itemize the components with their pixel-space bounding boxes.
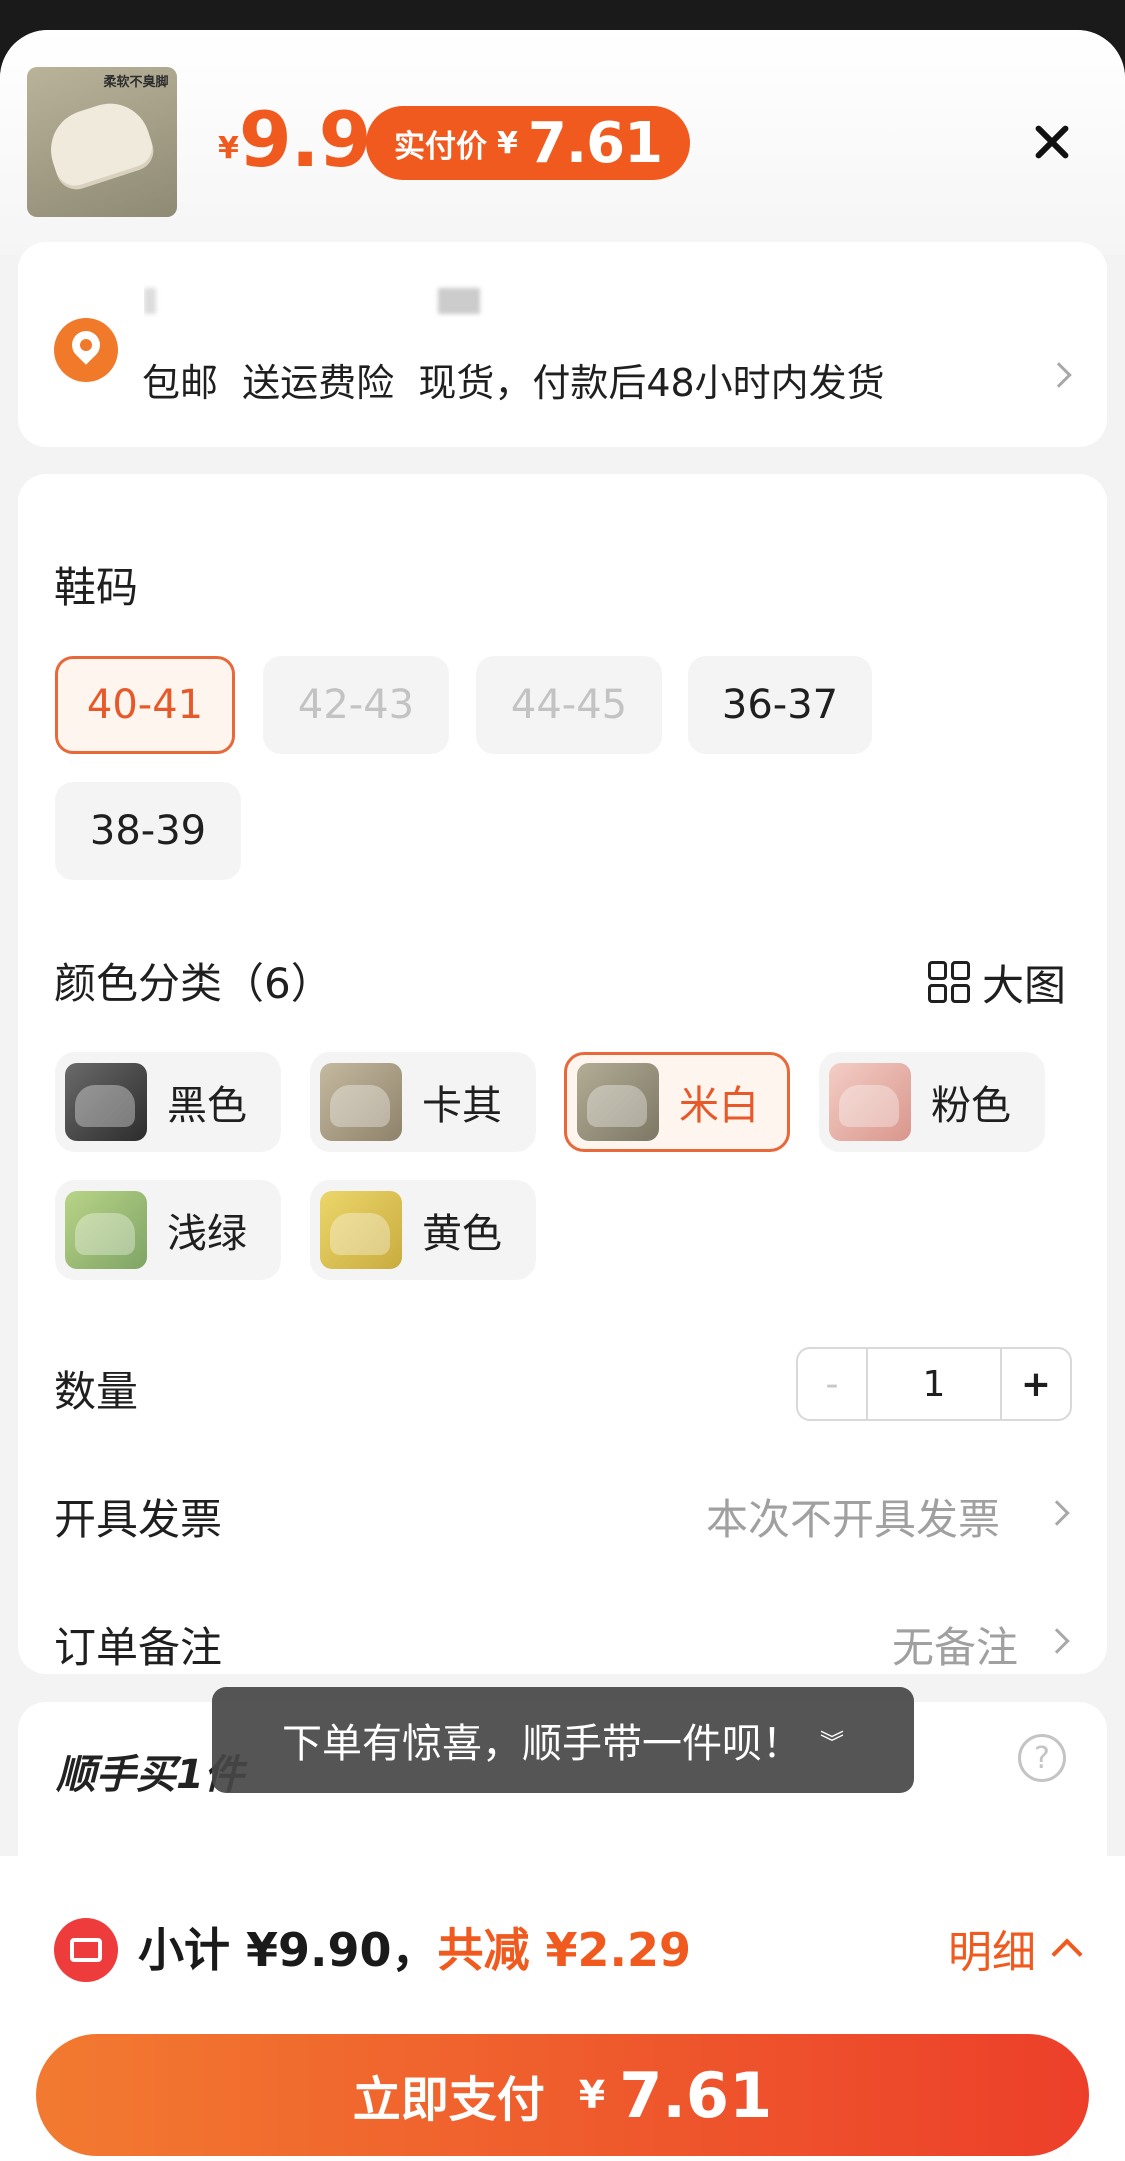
pay-now-button[interactable]: 立即支付 ¥ 7.61 [36,2034,1089,2156]
double-chevron-down-icon: ︾ [820,1728,844,1757]
color-option[interactable]: 黄色 [310,1180,536,1280]
chevron-right-icon [1044,1500,1070,1526]
coupon-icon [54,1918,118,1982]
subtotal-label: 小计 ¥9.90， [138,1923,438,1977]
color-title: 颜色分类（6） [54,959,333,1008]
detail-toggle[interactable]: 明细 [948,1916,1083,1980]
price: ¥ 9.9 [218,95,372,184]
color-swatch [829,1063,911,1141]
actual-price-symbol: ¥ [497,125,518,161]
note-title: 订单备注 [54,1623,223,1672]
size-option[interactable]: 42-43 [263,656,449,754]
size-option[interactable]: 36-37 [688,656,872,754]
invoice-title: 开具发票 [54,1495,223,1544]
color-option[interactable]: 卡其 [310,1052,536,1152]
actual-price-value: 7.61 [527,110,663,176]
shipping-info: 包邮 送运费险 现货，付款后48小时内发货 [142,361,885,405]
chevron-right-icon [1044,1628,1070,1654]
grid-view-icon [928,960,972,1005]
price-value: 9.9 [238,95,372,184]
color-option[interactable]: 黑色 [55,1052,281,1152]
discount-label: 共减 ¥2.29 [437,1923,692,1977]
color-swatch [65,1191,147,1269]
address-redacted [144,284,824,318]
quantity-value[interactable]: 1 [868,1349,1000,1419]
pay-now-label: 立即支付 [352,2072,545,2128]
quantity-increase-button[interactable]: + [1000,1349,1070,1419]
product-thumbnail[interactable]: 柔软不臭脚 [27,67,177,217]
help-icon[interactable]: ? [1018,1734,1066,1782]
color-swatch [65,1063,147,1141]
promo-toast[interactable]: 下单有惊喜，顺手带一件呗！ ︾ [212,1687,914,1793]
toast-text: 下单有惊喜，顺手带一件呗！ [282,1721,802,1767]
close-icon[interactable] [1024,112,1084,172]
spec-card: 鞋码 40-41 42-43 44-45 36-37 38-39 颜色分类（6）… [18,474,1107,1674]
color-swatch [320,1063,402,1141]
detail-label: 明细 [948,1927,1036,1978]
big-image-label: 大图 [982,961,1067,1010]
invoice-value[interactable]: 本次不开具发票 [706,1486,1000,1547]
size-option[interactable]: 40-41 [55,656,235,754]
chevron-right-icon [1046,362,1072,388]
color-option[interactable]: 浅绿 [55,1180,281,1280]
color-option[interactable]: 粉色 [819,1052,1045,1152]
checkout-bar: 小计 ¥9.90， 共减 ¥2.29 明细 立即支付 ¥ 7.61 [0,1856,1125,2161]
big-image-toggle[interactable]: 大图 [928,952,1066,1013]
actual-price-badge: 实付价 ¥ 7.61 [366,106,691,180]
quantity-stepper[interactable]: - 1 + [796,1347,1072,1421]
address-card[interactable]: 包邮 送运费险 现货，付款后48小时内发货 [18,242,1107,447]
quantity-title: 数量 [54,1367,139,1416]
size-option[interactable]: 38-39 [55,782,241,880]
pay-now-value: 7.61 [619,2058,773,2132]
size-title: 鞋码 [54,563,139,612]
color-option[interactable]: 米白 [564,1052,790,1152]
note-value[interactable]: 无备注 [892,1614,1018,1675]
thumb-tag: 柔软不臭脚 [103,75,169,90]
pay-now-symbol: ¥ [578,2073,606,2117]
color-swatch [577,1063,659,1141]
actual-price-label: 实付价 [394,128,487,165]
currency-symbol: ¥ [218,131,239,166]
sheet-header: 柔软不臭脚 ¥ 9.9 实付价 ¥ 7.61 [0,30,1125,255]
subtotal: 小计 ¥9.90， 共减 ¥2.29 [138,1914,691,1980]
sku-sheet: 柔软不臭脚 ¥ 9.9 实付价 ¥ 7.61 包邮 送运费险 现货，付款后48小… [0,30,1125,2161]
quantity-decrease-button[interactable]: - [798,1349,868,1419]
location-pin-icon [54,318,118,382]
chevron-up-icon [1051,1938,1083,1970]
slipper-image [40,93,158,191]
size-option[interactable]: 44-45 [476,656,662,754]
color-swatch [320,1191,402,1269]
